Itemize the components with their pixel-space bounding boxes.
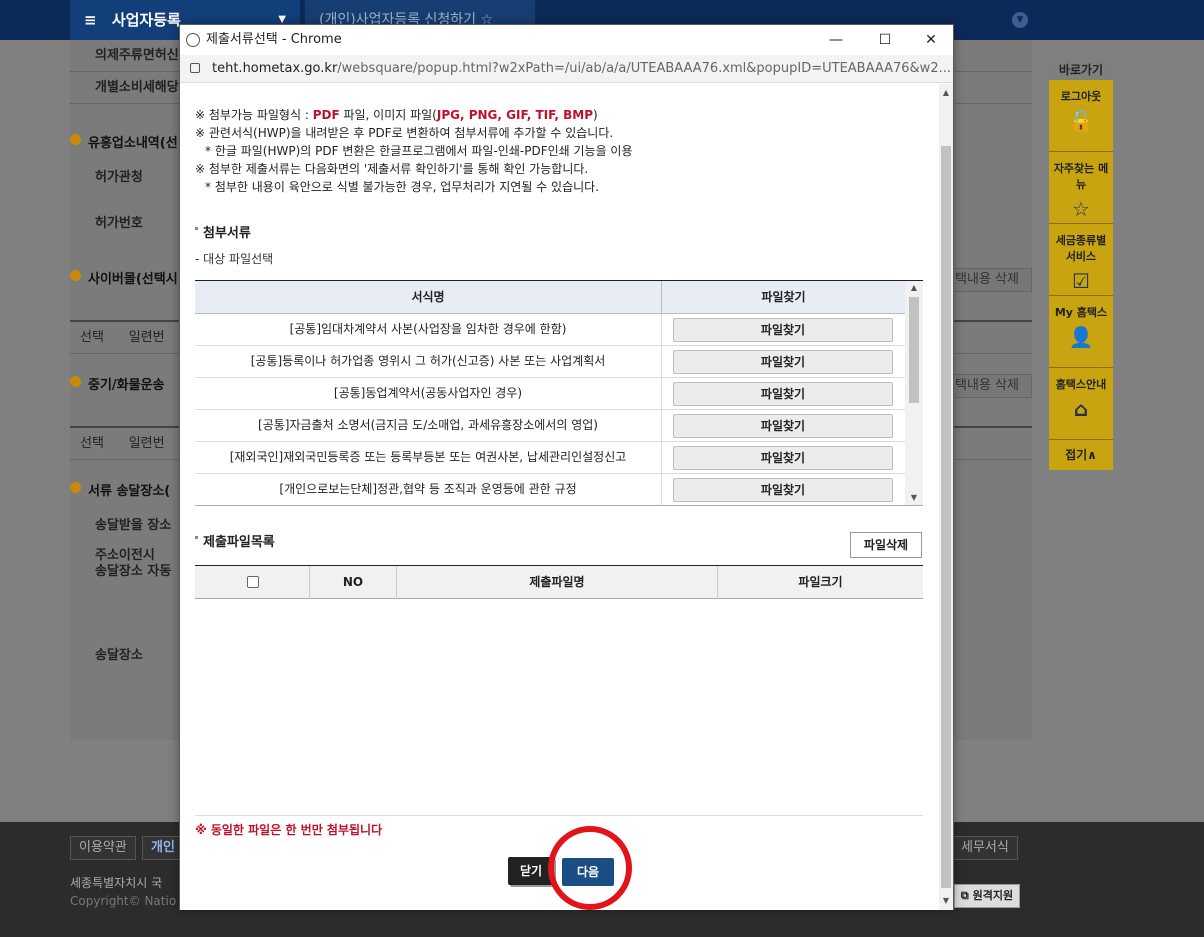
window-titlebar[interactable]: 제출서류선택 - Chrome — ☐ ✕ bbox=[180, 25, 953, 55]
field-label: 송달장소 bbox=[95, 648, 143, 663]
field-label: 허가관청 bbox=[95, 170, 143, 185]
checkbox-icon: ☑ bbox=[1072, 269, 1090, 293]
section-title: 중기/화물운송 bbox=[70, 374, 165, 393]
maximize-icon[interactable]: ☐ bbox=[862, 25, 908, 55]
table-row: [공통]자금출처 소명서(금지금 도/소매업, 과세유흥장소에서의 영업) 파일… bbox=[195, 410, 905, 442]
attach-table-header: 서식명 파일찾기 bbox=[195, 281, 905, 314]
attach-table: 서식명 파일찾기 [공통]임대차계약서 사본(사업장을 임차한 경우에 한함) … bbox=[195, 280, 923, 506]
globe-icon bbox=[186, 33, 200, 47]
url-host: teht.hometax.go.kr bbox=[212, 61, 338, 76]
section-title: 유흥업소내역(선 bbox=[70, 132, 178, 151]
note-line: * 첨부한 내용이 육안으로 식별 불가능한 경우, 업무처리가 지연될 수 있… bbox=[205, 180, 600, 194]
form-name-cell: [공통]임대차계약서 사본(사업장을 임차한 경우에 한함) bbox=[195, 314, 662, 346]
delete-selection-button[interactable]: 택내용 삭제 bbox=[942, 374, 1032, 398]
quick-menu-title: 바로가기 bbox=[1049, 60, 1113, 80]
note-line: ※ 첨부가능 파일형식 : PDF 파일, 이미지 파일(JPG, PNG, G… bbox=[195, 108, 598, 122]
scroll-thumb[interactable] bbox=[909, 297, 919, 403]
star-icon: ☆ bbox=[1072, 197, 1090, 221]
address-bar[interactable]: teht.hometax.go.kr/websquare/popup.html?… bbox=[180, 55, 953, 83]
unlock-icon: 🔓 bbox=[1068, 109, 1094, 133]
table-row: [공통]등록이나 허가업종 영위시 그 허가(신고증) 사본 또는 사업계획서 … bbox=[195, 346, 905, 378]
main-menu-label: 사업자등록 bbox=[111, 11, 181, 29]
delete-selection-button[interactable]: 택내용 삭제 bbox=[942, 268, 1032, 292]
home-icon: ⌂ bbox=[1073, 397, 1089, 421]
minimize-icon[interactable]: — bbox=[813, 25, 859, 55]
quick-item-favorites[interactable]: 자주찾는 메뉴 ☆ bbox=[1049, 152, 1113, 224]
find-file-button[interactable]: 파일찾기 bbox=[673, 478, 893, 502]
popup-window: 제출서류선택 - Chrome — ☐ ✕ teht.hometax.go.kr… bbox=[179, 24, 954, 910]
form-name-cell: [공통]동업계약서(공동사업자인 경우) bbox=[195, 378, 662, 410]
find-file-button[interactable]: 파일찾기 bbox=[673, 350, 893, 374]
column-header-form-name: 서식명 bbox=[195, 281, 662, 314]
scroll-up-icon[interactable]: ▲ bbox=[939, 88, 953, 97]
submit-section-title: 제출파일목록 bbox=[195, 531, 275, 550]
quick-menu-fold-button[interactable]: 접기∧ bbox=[1049, 440, 1113, 470]
highlight-circle bbox=[548, 826, 632, 910]
hamburger-icon: ≡ bbox=[84, 11, 97, 29]
field-label: 송달받을 장소 bbox=[95, 518, 172, 533]
submit-file-table: NO 제출파일명 파일크기 bbox=[195, 565, 923, 599]
column-header-file-name: 제출파일명 bbox=[397, 566, 718, 599]
user-icon: 👤 bbox=[1068, 325, 1094, 349]
footer-copyright: Copyright© Natio bbox=[70, 894, 177, 908]
note-line: * 한글 파일(HWP)의 PDF 변환은 한글프로그램에서 파일-인쇄-PDF… bbox=[205, 144, 633, 158]
find-file-button[interactable]: 파일찾기 bbox=[673, 414, 893, 438]
quick-item-tax-services[interactable]: 세금종류별 서비스 ☑ bbox=[1049, 224, 1113, 296]
footer-address: 세종특별자치시 국 bbox=[70, 876, 163, 890]
quick-item-logout[interactable]: 로그아웃 🔓 bbox=[1049, 80, 1113, 152]
field-label: 송달장소 자동 bbox=[95, 564, 172, 579]
scroll-thumb[interactable] bbox=[941, 146, 951, 888]
lock-icon bbox=[190, 63, 200, 73]
form-name-cell: [재외국인]재외국민등록증 또는 등록부등본 또는 여권사본, 납세관리인설정신… bbox=[195, 442, 662, 474]
popup-scrollbar[interactable]: ▲ ▼ bbox=[939, 84, 953, 910]
expand-icon[interactable]: ▼ bbox=[1012, 12, 1028, 28]
form-name-cell: [개인으로보는단체]정관,협약 등 조직과 운영등에 관한 규정 bbox=[195, 474, 662, 505]
find-file-button[interactable]: 파일찾기 bbox=[673, 318, 893, 342]
table-row: [개인으로보는단체]정관,협약 등 조직과 운영등에 관한 규정 파일찾기 bbox=[195, 474, 905, 505]
close-icon[interactable]: ✕ bbox=[908, 25, 954, 55]
tax-forms-button[interactable]: 세무서식 bbox=[952, 836, 1018, 860]
table-row: [공통]동업계약서(공동사업자인 경우) 파일찾기 bbox=[195, 378, 905, 410]
delete-file-button[interactable]: 파일삭제 bbox=[850, 532, 922, 558]
column-header-select bbox=[195, 566, 310, 599]
note-line: ※ 관련서식(HWP)을 내려받은 후 PDF로 변환하여 첨부서류에 추가할 … bbox=[195, 126, 614, 140]
privacy-button[interactable]: 개인 bbox=[142, 836, 184, 860]
note-line: ※ 첨부한 제출서류는 다음화면의 '제출서류 확인하기'를 통해 확인 가능합… bbox=[195, 162, 589, 176]
column-header-no: NO bbox=[310, 566, 397, 599]
section-title: 사이버몰(선택시 bbox=[70, 268, 178, 287]
attach-subtitle: - 대상 파일선택 bbox=[195, 252, 274, 266]
remote-support-button[interactable]: ⧉ 원격지원 bbox=[954, 884, 1020, 908]
form-name-cell: [공통]등록이나 허가업종 영위시 그 허가(신고증) 사본 또는 사업계획서 bbox=[195, 346, 662, 378]
find-file-button[interactable]: 파일찾기 bbox=[673, 382, 893, 406]
attach-table-scrollbar[interactable]: ▲ ▼ bbox=[905, 281, 923, 505]
window-title: 제출서류선택 - Chrome bbox=[206, 32, 342, 47]
popup-content: ※ 첨부가능 파일형식 : PDF 파일, 이미지 파일(JPG, PNG, G… bbox=[180, 84, 940, 910]
section-title: 서류 송달장소( bbox=[70, 480, 170, 499]
quick-item-guide[interactable]: 홈택스안내 ⌂ bbox=[1049, 368, 1113, 440]
remote-icon: ⧉ bbox=[960, 889, 969, 902]
table-row: [재외국인]재외국민등록증 또는 등록부등본 또는 여권사본, 납세관리인설정신… bbox=[195, 442, 905, 474]
quick-item-my-hometax[interactable]: My 홈택스 👤 bbox=[1049, 296, 1113, 368]
divider bbox=[195, 815, 923, 816]
form-name-cell: [공통]자금출처 소명서(금지금 도/소매업, 과세유흥장소에서의 영업) bbox=[195, 410, 662, 442]
column-header-find-file: 파일찾기 bbox=[761, 290, 806, 304]
column-header-file-size: 파일크기 bbox=[798, 575, 843, 589]
terms-button[interactable]: 이용약관 bbox=[70, 836, 136, 860]
quick-menu: 바로가기 로그아웃 🔓 자주찾는 메뉴 ☆ 세금종류별 서비스 ☑ My 홈택스 👤 홈… bbox=[1049, 60, 1113, 470]
duplicate-warning: ※ 동일한 파일은 한 번만 첨부됩니다 bbox=[195, 823, 383, 837]
scroll-up-icon[interactable]: ▲ bbox=[905, 283, 923, 292]
url-path: /websquare/popup.html?w2xPath=/ui/ab/a/a… bbox=[337, 61, 951, 76]
find-file-button[interactable]: 파일찾기 bbox=[673, 446, 893, 470]
notes-box: ※ 첨부가능 파일형식 : PDF 파일, 이미지 파일(JPG, PNG, G… bbox=[195, 106, 915, 196]
scroll-down-icon[interactable]: ▼ bbox=[905, 493, 923, 502]
field-label: 허가번호 bbox=[95, 216, 143, 231]
scroll-down-icon[interactable]: ▼ bbox=[939, 896, 953, 905]
table-row: [공통]임대차계약서 사본(사업장을 임차한 경우에 한함) 파일찾기 bbox=[195, 314, 905, 346]
attach-section-title: 첨부서류 bbox=[195, 222, 251, 241]
close-button[interactable]: 닫기 bbox=[508, 857, 554, 885]
